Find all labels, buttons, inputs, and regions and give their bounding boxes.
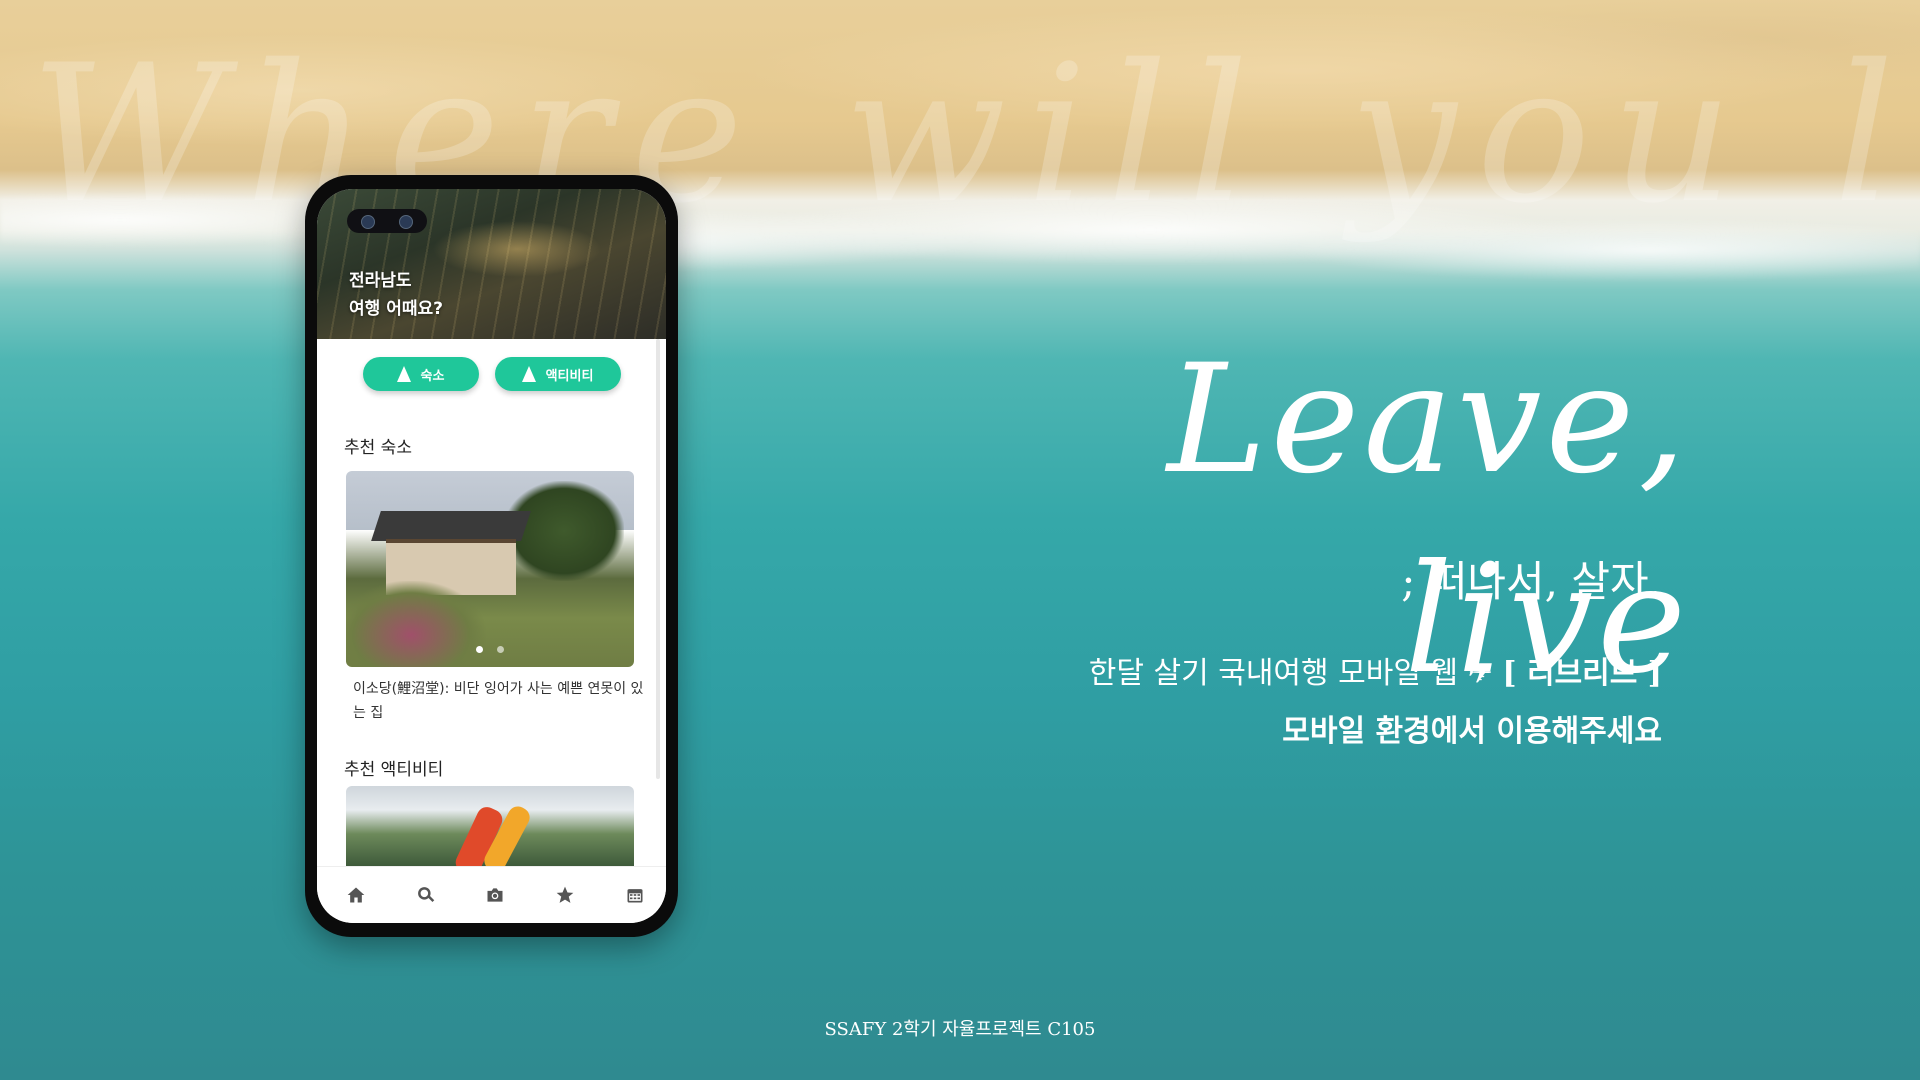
category-buttons: 숙소 액티비티 xyxy=(317,357,666,393)
description-text: 한달 살기 국내여행 모바일 웹 ✈ xyxy=(1088,656,1503,691)
carousel-dot[interactable] xyxy=(476,646,483,653)
stay-button[interactable]: 숙소 xyxy=(362,357,479,391)
phone-screen: 전라남도 여행 어때요? 숙소 액티비티 추천 숙소 이소당(鯉沼堂): 비단 … xyxy=(317,189,666,923)
carousel-indicator[interactable] xyxy=(346,646,634,653)
recommended-activity-title: 추천 액티비티 xyxy=(344,760,444,780)
hero-region: 전라남도 xyxy=(349,271,412,291)
scrollbar[interactable] xyxy=(656,339,660,779)
brand-name: [ 리브리브 ] xyxy=(1502,656,1662,691)
stay-caption[interactable]: 이소당(鯉沼堂): 비단 잉어가 사는 예쁜 연못이 있는 집 xyxy=(353,677,645,725)
recommended-stay-title: 추천 숙소 xyxy=(344,438,412,458)
navigation-arrow-icon xyxy=(396,366,411,382)
service-description: 한달 살기 국내여행 모바일 웹 ✈ [ 리브리브 ] xyxy=(900,648,1662,692)
search-icon[interactable] xyxy=(412,881,440,909)
hero-text: 전라남도 여행 어때요? xyxy=(349,267,443,323)
home-icon[interactable] xyxy=(342,881,370,909)
carousel-dot[interactable] xyxy=(497,646,504,653)
script-headline: Leave, live xyxy=(1167,333,1690,707)
navigation-arrow-icon xyxy=(521,366,536,382)
activity-button[interactable]: 액티비티 xyxy=(494,357,621,391)
calendar-icon[interactable] xyxy=(621,881,649,909)
headline-subtitle: ; 떠나서, 살자. xyxy=(1401,557,1662,606)
camera-cutout-icon xyxy=(347,209,427,233)
footer-credit: SSAFY 2학기 자율프로젝트 C105 xyxy=(824,1019,1096,1040)
stay-button-label: 숙소 xyxy=(420,368,445,384)
camera-icon[interactable] xyxy=(481,881,509,909)
stay-photo-carousel[interactable] xyxy=(346,471,634,667)
activity-photo[interactable] xyxy=(346,786,634,866)
mobile-notice: 모바일 환경에서 이용해주세요 xyxy=(1282,714,1662,749)
phone-mockup: 전라남도 여행 어때요? 숙소 액티비티 추천 숙소 이소당(鯉沼堂): 비단 … xyxy=(305,175,678,937)
activity-button-label: 액티비티 xyxy=(545,368,594,384)
bottom-navigation xyxy=(317,866,666,923)
star-icon[interactable] xyxy=(551,881,579,909)
hero-question: 여행 어때요? xyxy=(349,299,443,319)
